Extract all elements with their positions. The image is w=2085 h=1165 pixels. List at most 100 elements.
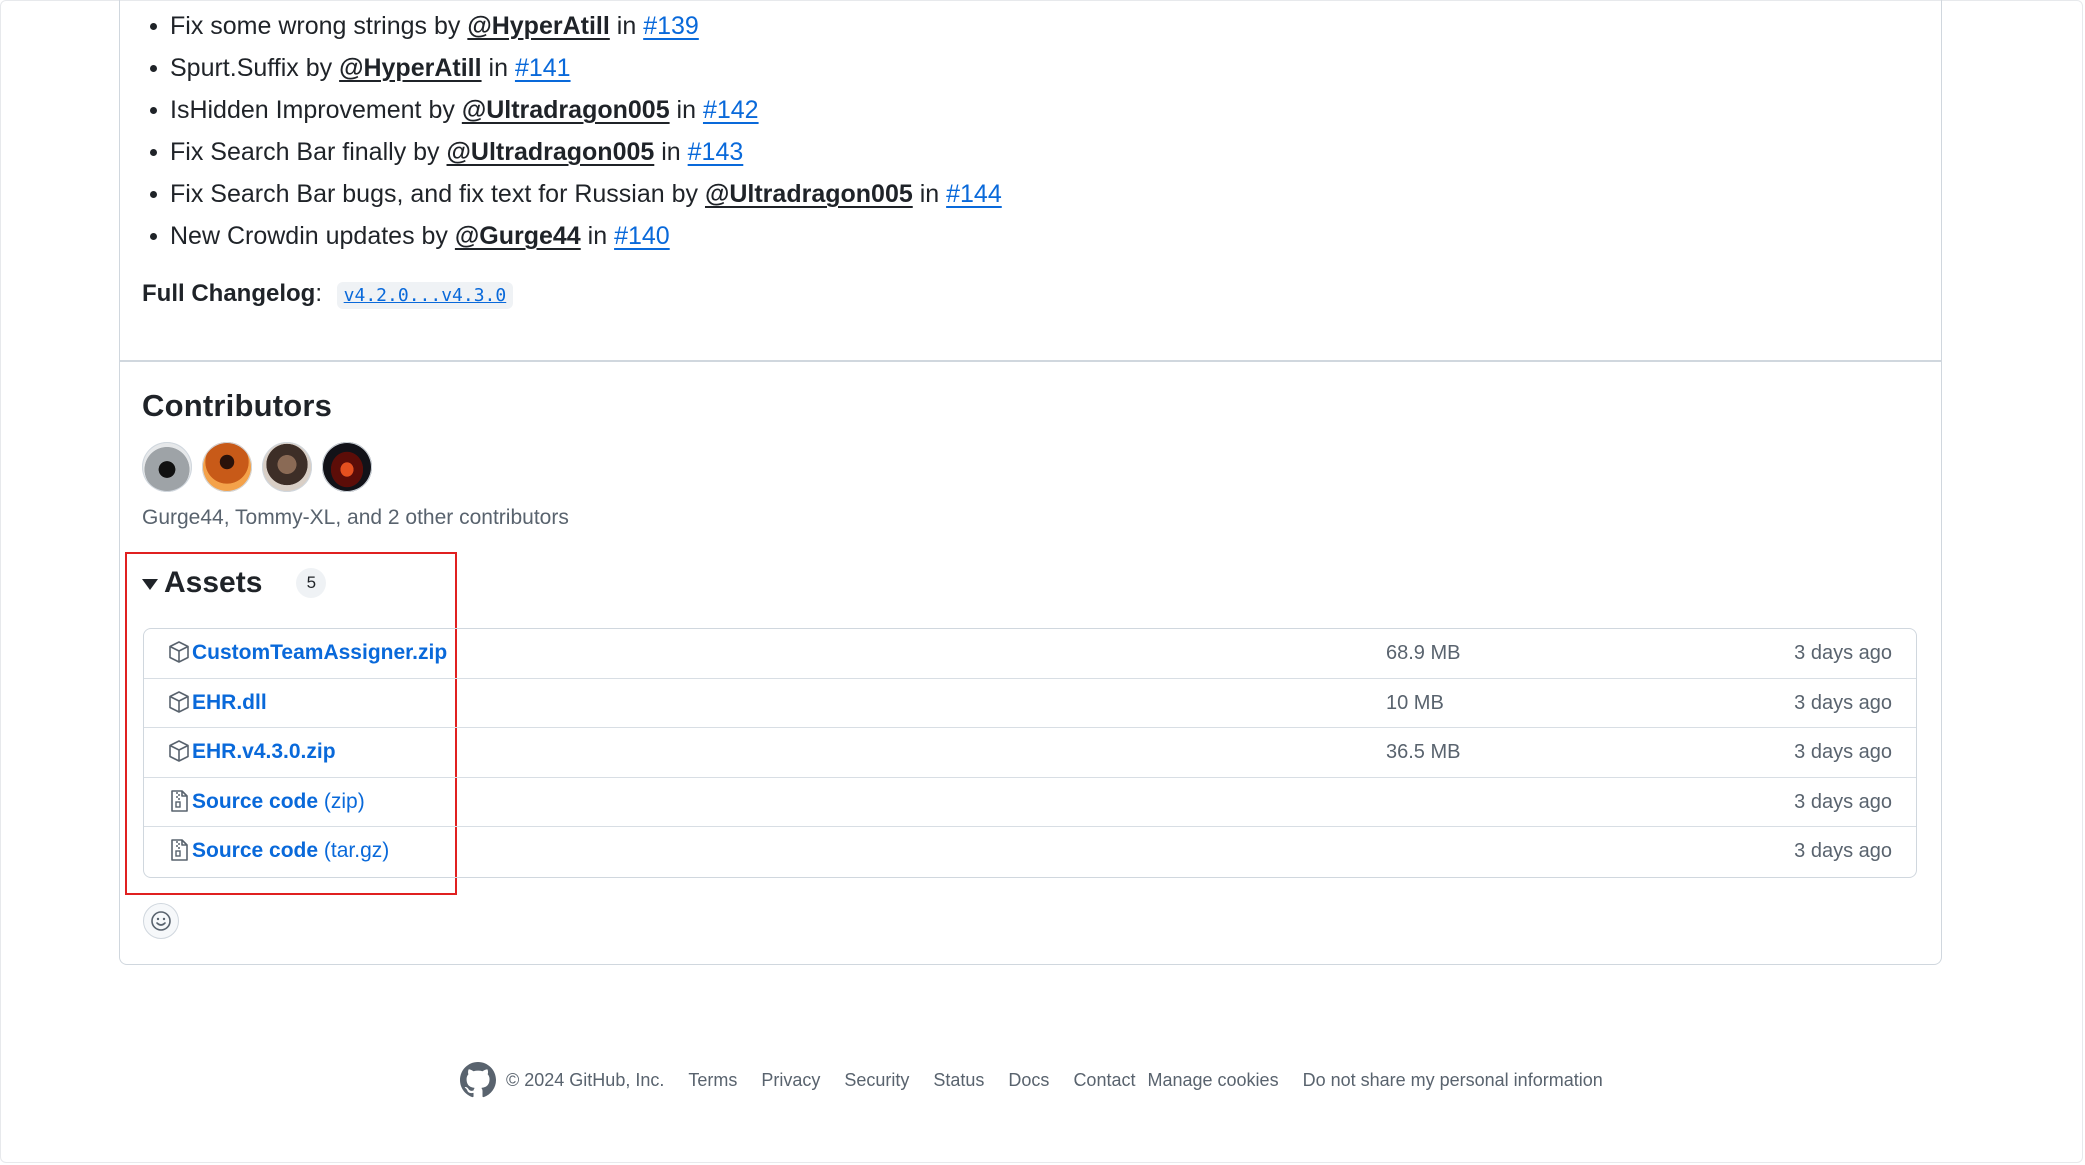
asset-name: Source code: [192, 789, 319, 813]
list-item: New Crowdin updates by @Gurge44 in #140: [150, 218, 1002, 260]
footer-link-contact[interactable]: Contact: [1073, 1070, 1135, 1091]
list-item: IsHidden Improvement by @Ultradragon005 …: [150, 92, 1002, 134]
asset-link[interactable]: Source code (zip): [192, 790, 365, 814]
in-text: in: [587, 222, 608, 250]
user-link[interactable]: @Ultradragon005: [447, 138, 655, 166]
assets-heading: Assets: [164, 566, 263, 599]
by-text: by: [671, 180, 699, 208]
change-text: Fix Search Bar finally: [170, 138, 407, 166]
asset-date: 3 days ago: [1794, 741, 1892, 764]
footer-link-manage-cookies[interactable]: Manage cookies: [1147, 1070, 1278, 1091]
full-changelog-label: Full Changelog: [142, 280, 316, 307]
bullet: [150, 149, 157, 156]
by-text: by: [433, 12, 461, 40]
asset-suffix: (zip): [323, 789, 365, 813]
pr-link[interactable]: #141: [515, 54, 571, 82]
contributors-heading: Contributors: [142, 388, 333, 423]
bullet: [150, 191, 157, 198]
asset-size: 36.5 MB: [1386, 741, 1461, 764]
package-icon: [168, 690, 190, 714]
contributors-summary: Gurge44, Tommy-XL, and 2 other contribut…: [142, 506, 569, 529]
asset-name: EHR.dll: [192, 690, 267, 714]
add-reaction-button[interactable]: [143, 903, 179, 939]
in-text: in: [488, 54, 508, 82]
site-footer: © 2024 GitHub, Inc. Terms Privacy Securi…: [460, 1062, 1627, 1098]
user-link[interactable]: @Ultradragon005: [462, 96, 670, 124]
colon: :: [315, 280, 322, 307]
in-text: in: [676, 96, 697, 124]
asset-row: EHR.dll 10 MB 3 days ago: [144, 679, 1916, 729]
triangle-down-icon: [142, 578, 158, 590]
change-text: Spurt.Suffix: [170, 54, 299, 82]
asset-link[interactable]: Source code (tar.gz): [192, 839, 389, 863]
change-text: Fix Search Bar bugs, and fix text for Ru…: [170, 180, 665, 208]
avatar[interactable]: [142, 442, 192, 492]
package-icon: [168, 739, 190, 763]
by-text: by: [428, 96, 455, 124]
footer-link-security[interactable]: Security: [844, 1070, 909, 1091]
pr-link[interactable]: #139: [643, 12, 699, 40]
asset-link[interactable]: CustomTeamAssigner.zip: [192, 641, 447, 665]
assets-list: CustomTeamAssigner.zip 68.9 MB 3 days ag…: [143, 628, 1917, 878]
asset-row: CustomTeamAssigner.zip 68.9 MB 3 days ag…: [144, 629, 1916, 679]
asset-row: Source code (zip) 3 days ago: [144, 778, 1916, 828]
contributor-avatars: [142, 442, 372, 492]
by-text: by: [305, 54, 333, 82]
pr-link[interactable]: #142: [703, 96, 759, 124]
user-link[interactable]: @HyperAtill: [339, 54, 481, 82]
avatar[interactable]: [262, 442, 312, 492]
asset-name: Source code: [192, 839, 319, 863]
list-item: Spurt.Suffix by @HyperAtill in #141: [150, 50, 1002, 92]
list-item: Fix Search Bar bugs, and fix text for Ru…: [150, 176, 1002, 218]
change-text: IsHidden Improvement: [170, 96, 422, 124]
in-text: in: [616, 12, 637, 40]
list-item: Fix some wrong strings by @HyperAtill in…: [150, 8, 1002, 50]
pr-link[interactable]: #140: [614, 222, 670, 250]
asset-name: EHR.v4.3.0.zip: [192, 740, 336, 764]
asset-size: 68.9 MB: [1386, 642, 1461, 664]
list-item: Fix Search Bar finally by @Ultradragon00…: [150, 134, 1002, 176]
asset-date: 3 days ago: [1794, 790, 1892, 813]
footer-link-docs[interactable]: Docs: [1008, 1070, 1049, 1091]
full-changelog: Full Changelog: v4.2.0...v4.3.0: [142, 280, 514, 309]
user-link[interactable]: @Ultradragon005: [705, 180, 913, 208]
asset-name: CustomTeamAssigner.zip: [192, 641, 448, 664]
footer-link-privacy[interactable]: Privacy: [761, 1070, 820, 1091]
footer-link-terms[interactable]: Terms: [688, 1070, 737, 1091]
copyright: © 2024 GitHub, Inc.: [506, 1069, 665, 1090]
asset-link[interactable]: EHR.dll: [192, 691, 267, 715]
in-text: in: [661, 138, 681, 166]
bullet: [150, 233, 157, 240]
pr-link[interactable]: #143: [688, 138, 744, 166]
footer-link-status[interactable]: Status: [933, 1070, 984, 1091]
github-logo-icon[interactable]: [460, 1062, 496, 1098]
avatar[interactable]: [322, 442, 372, 492]
user-link[interactable]: @Gurge44: [455, 222, 581, 250]
pr-link[interactable]: #144: [946, 180, 1002, 208]
compare-link[interactable]: v4.2.0...v4.3.0: [336, 282, 514, 309]
section-divider: [120, 360, 1941, 362]
file-zip-icon: [168, 789, 190, 813]
smiley-icon: [151, 911, 171, 931]
by-text: by: [421, 222, 448, 250]
asset-row: EHR.v4.3.0.zip 36.5 MB 3 days ago: [144, 728, 1916, 778]
file-zip-icon: [168, 838, 190, 862]
bullet: [150, 107, 157, 114]
change-text: Fix some wrong strings: [170, 12, 428, 40]
assets-toggle[interactable]: Assets 5: [142, 566, 327, 600]
asset-link[interactable]: EHR.v4.3.0.zip: [192, 740, 336, 764]
changes-list: Fix some wrong strings by @HyperAtill in…: [150, 8, 1002, 260]
asset-row: Source code (tar.gz) 3 days ago: [144, 827, 1916, 877]
bullet: [150, 23, 157, 30]
asset-date: 3 days ago: [1794, 642, 1892, 664]
by-text: by: [413, 138, 440, 166]
avatar[interactable]: [202, 442, 252, 492]
footer-link-do-not-share[interactable]: Do not share my personal information: [1303, 1070, 1603, 1091]
user-link[interactable]: @HyperAtill: [467, 12, 609, 40]
in-text: in: [919, 180, 940, 208]
change-text: New Crowdin updates: [170, 222, 415, 250]
package-icon: [168, 640, 190, 664]
asset-date: 3 days ago: [1794, 840, 1892, 863]
assets-count-badge: 5: [296, 568, 327, 598]
bullet: [150, 65, 157, 72]
